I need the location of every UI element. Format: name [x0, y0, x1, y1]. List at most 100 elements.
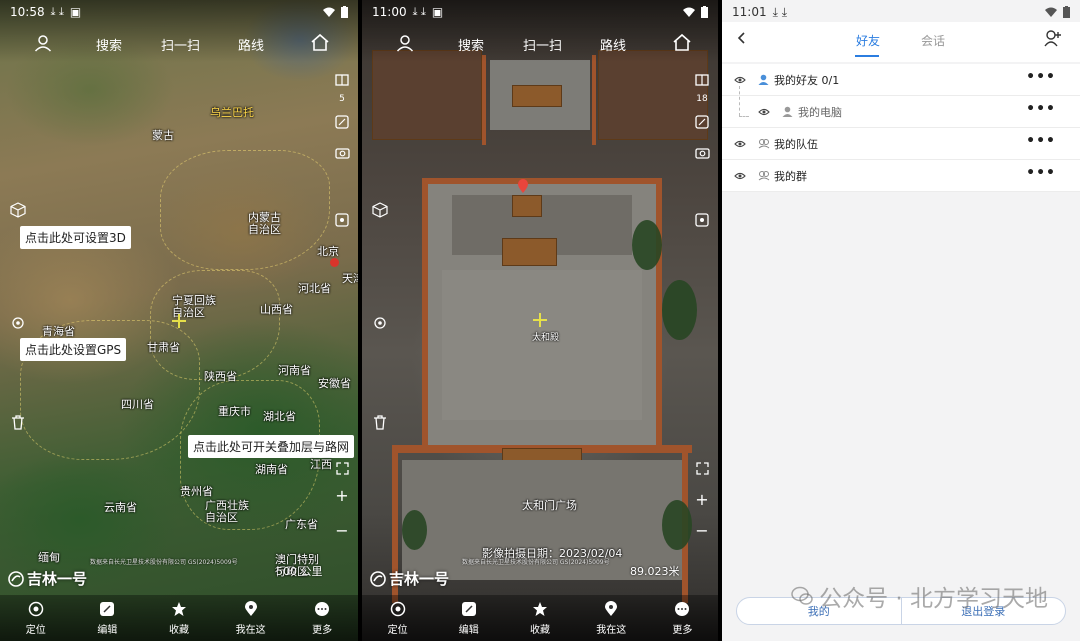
bottom-nav: 定位 编辑 收藏 我在这 更多 [362, 595, 718, 641]
group-icon [758, 171, 770, 181]
location-pin-marker[interactable] [517, 178, 529, 194]
back-icon[interactable] [736, 30, 748, 46]
eye-icon[interactable] [734, 139, 746, 149]
add-user-icon[interactable] [1044, 29, 1062, 47]
more-options-button[interactable]: ••• [1026, 165, 1056, 181]
locate-icon [28, 601, 44, 616]
nav-edit[interactable]: 编辑 [433, 595, 504, 641]
map-scale: 500 公里 [276, 565, 323, 578]
gps-icon[interactable] [370, 313, 390, 333]
map-screen-3d: 11:00 ⤓ ⤓ ▣ 搜索 扫一扫 路线 18 + − 太和殿 太和门广场 影… [362, 0, 718, 641]
screen-record-icon[interactable] [332, 210, 352, 230]
status-time: 10:58 [10, 5, 45, 19]
friend-list: 我的好友 0/1 ••• 我的电脑 ••• 我的队伍 ••• 我的群 ••• [722, 64, 1080, 192]
nav-favorite[interactable]: 收藏 [143, 595, 215, 641]
place-label: 重庆市 [218, 405, 251, 418]
place-label: 青海省 [42, 325, 75, 338]
cube-3d-icon[interactable] [8, 200, 28, 220]
place-label: 山西省 [260, 303, 293, 316]
layer-count: 5 [339, 94, 345, 104]
place-label: 安徽省 [318, 377, 351, 390]
home-icon[interactable] [672, 33, 692, 51]
data-credit: 数据来自长光卫星技术股份有限公司 GS(2024)5009号 [462, 559, 610, 566]
place-label: 广东省 [285, 518, 318, 531]
nav-here[interactable]: 我在这 [576, 595, 647, 641]
download-icon: ⤓ ⤓ [772, 4, 788, 19]
place-label: 河南省 [278, 364, 311, 377]
list-item-team[interactable]: 我的队伍 ••• [722, 128, 1080, 160]
wifi-icon [1045, 7, 1057, 17]
friends-screen: 11:01 ⤓ ⤓ 好友 会话 我的好友 0/1 ••• 我的电脑 ••• 我的… [722, 0, 1080, 641]
route-button[interactable]: 路线 [238, 35, 264, 54]
nav-more[interactable]: 更多 [286, 595, 358, 641]
camera-icon[interactable] [692, 142, 712, 162]
tip-set-3d: 点击此处可设置3D [20, 226, 131, 249]
screenshot-icon[interactable] [332, 112, 352, 132]
eye-icon[interactable] [734, 171, 746, 181]
list-item-group[interactable]: 我的群 ••• [722, 160, 1080, 192]
trash-icon[interactable] [370, 412, 390, 432]
layer-count: 18 [696, 94, 708, 104]
location-marker[interactable] [330, 258, 339, 267]
eye-icon[interactable] [758, 107, 770, 117]
layers-icon[interactable] [692, 70, 712, 90]
zoom-in-button[interactable]: + [692, 489, 712, 509]
place-label: 陕西省 [204, 370, 237, 383]
zoom-out-button[interactable]: − [332, 520, 352, 540]
camera-icon[interactable] [332, 142, 352, 162]
battery-icon [1063, 6, 1070, 18]
notification-icon: ▣ [431, 5, 444, 19]
scan-button[interactable]: 扫一扫 [523, 35, 562, 54]
nav-favorite[interactable]: 收藏 [504, 595, 575, 641]
nav-here[interactable]: 我在这 [215, 595, 287, 641]
cube-3d-icon[interactable] [370, 200, 390, 220]
list-item-pc[interactable]: 我的电脑 ••• [722, 96, 1080, 128]
zoom-in-button[interactable]: + [332, 485, 352, 505]
more-options-button[interactable]: ••• [1026, 133, 1056, 149]
screenshot-icon[interactable] [692, 112, 712, 132]
zoom-out-button[interactable]: − [692, 520, 712, 540]
search-button[interactable]: 搜索 [96, 35, 122, 54]
list-item-friends[interactable]: 我的好友 0/1 ••• [722, 64, 1080, 96]
download-icon: ⤓ ⤓ [412, 5, 426, 18]
jilin1-logo: 吉林一号 [370, 568, 449, 589]
user-icon[interactable] [396, 34, 414, 52]
gps-icon[interactable] [8, 313, 28, 333]
status-time: 11:00 [372, 5, 407, 19]
wechat-icon [791, 586, 813, 605]
tab-chat[interactable]: 会话 [921, 32, 945, 49]
locate-icon [390, 601, 405, 616]
edit-icon [100, 601, 115, 616]
tree-connector [739, 86, 740, 116]
place-label: 蒙古 [152, 129, 174, 142]
nav-locate[interactable]: 定位 [0, 595, 72, 641]
nav-edit[interactable]: 编辑 [72, 595, 144, 641]
user-icon[interactable] [34, 34, 52, 52]
trash-icon[interactable] [8, 412, 28, 432]
crosshair [172, 314, 186, 328]
pin-icon [605, 600, 618, 616]
route-button[interactable]: 路线 [600, 35, 626, 54]
more-icon [315, 601, 330, 616]
screen-record-icon[interactable] [692, 210, 712, 230]
expand-icon[interactable] [692, 458, 712, 478]
tip-overlay-toggle: 点击此处可开关叠加层与路网 [188, 435, 355, 458]
nav-more[interactable]: 更多 [647, 595, 718, 641]
battery-icon [341, 6, 348, 18]
place-label: 湖南省 [255, 463, 288, 476]
eye-icon[interactable] [734, 75, 746, 85]
expand-icon[interactable] [332, 458, 352, 478]
watermark: 公众号 · 北方学习天地 [791, 579, 1048, 613]
more-options-button[interactable]: ••• [1026, 101, 1056, 117]
place-label: 内蒙古 自治区 [248, 211, 281, 236]
home-icon[interactable] [310, 33, 330, 51]
place-label: 江西 [310, 458, 332, 471]
layers-icon[interactable] [332, 70, 352, 90]
nav-locate[interactable]: 定位 [362, 595, 433, 641]
search-button[interactable]: 搜索 [458, 35, 484, 54]
more-options-button[interactable]: ••• [1026, 69, 1056, 85]
star-icon [171, 601, 186, 616]
status-time: 11:01 [732, 5, 767, 19]
scan-button[interactable]: 扫一扫 [161, 35, 200, 54]
tab-friends[interactable]: 好友 [856, 32, 880, 49]
